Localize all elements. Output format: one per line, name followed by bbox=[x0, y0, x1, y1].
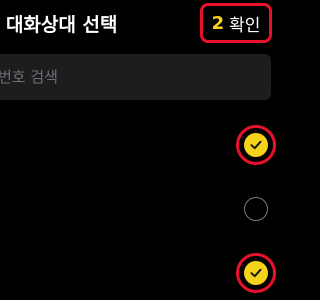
contact-checkbox-unchecked[interactable] bbox=[244, 197, 268, 221]
header-bar: 대화상대 선택 2 확인 bbox=[0, 0, 287, 46]
selection-highlight bbox=[236, 125, 276, 165]
search-box[interactable] bbox=[0, 54, 271, 100]
search-input[interactable] bbox=[0, 68, 258, 86]
checkmark-icon bbox=[250, 140, 262, 150]
contact-checkbox-checked[interactable] bbox=[244, 133, 268, 157]
confirm-button[interactable]: 2 확인 bbox=[200, 3, 272, 43]
checkmark-icon bbox=[250, 268, 262, 278]
page-title: 대화상대 선택 bbox=[6, 14, 118, 36]
confirm-label: 확인 bbox=[229, 15, 261, 36]
contact-checkbox-checked[interactable] bbox=[244, 261, 268, 285]
selected-count: 2 bbox=[211, 12, 225, 34]
selection-highlight bbox=[236, 253, 276, 293]
